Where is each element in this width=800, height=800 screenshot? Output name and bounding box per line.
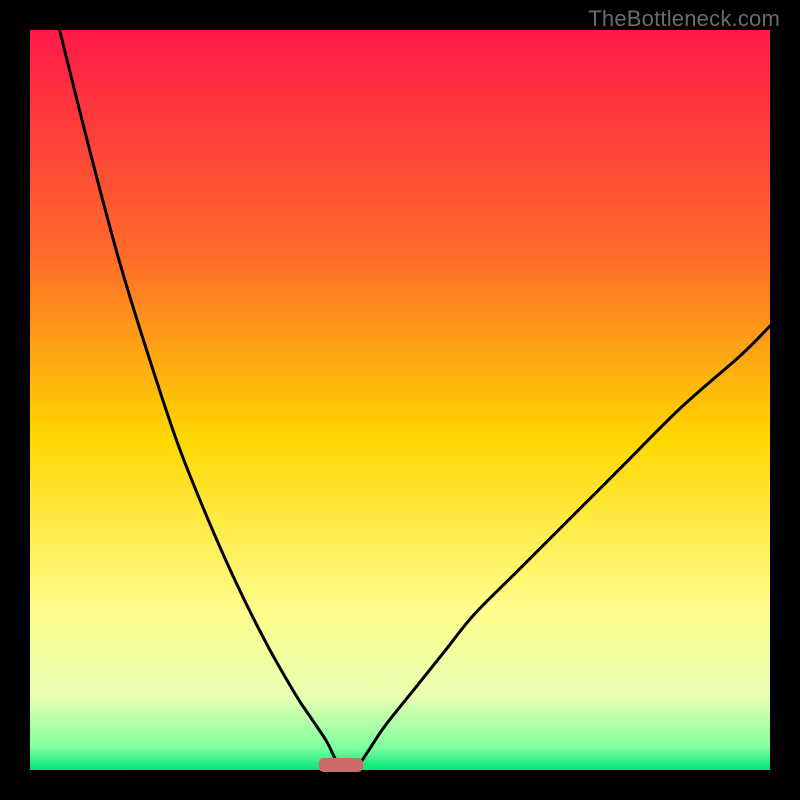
bottleneck-chart [0, 0, 800, 800]
plot-background [30, 30, 770, 770]
watermark-text: TheBottleneck.com [588, 6, 780, 32]
optimum-marker [319, 758, 363, 772]
chart-frame: TheBottleneck.com [0, 0, 800, 800]
